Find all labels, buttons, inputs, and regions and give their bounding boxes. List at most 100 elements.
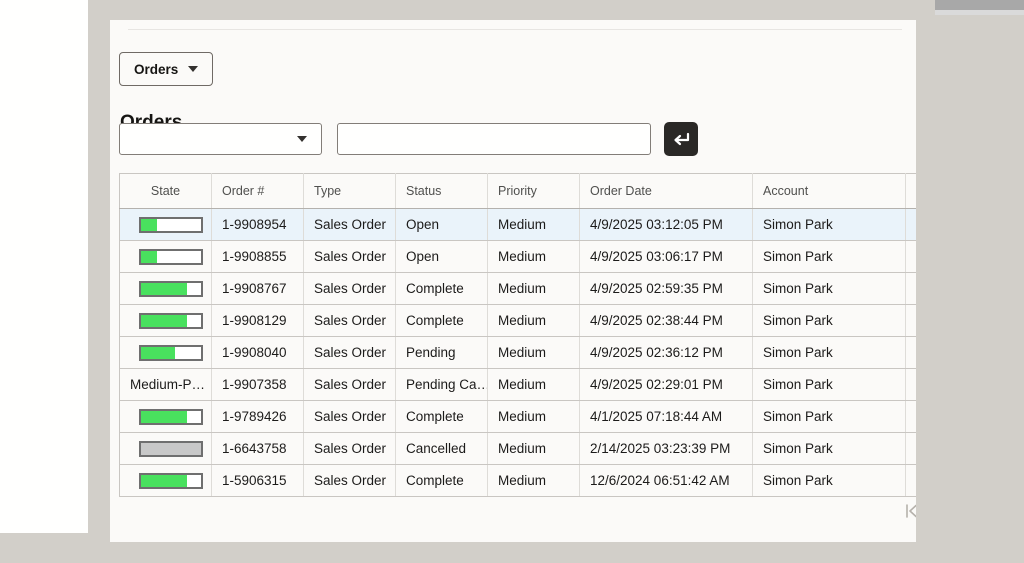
view-dropdown[interactable]: [119, 123, 322, 155]
order-date-cell: 4/9/2025 03:12:05 PM: [579, 208, 753, 241]
type-cell: Sales Order: [303, 272, 396, 305]
state-progress-bar: [138, 216, 203, 233]
order-date-cell: 4/9/2025 02:38:44 PM: [579, 304, 753, 337]
orders-menu-button-label: Orders: [134, 61, 179, 77]
orders-table-header: State Order # Type Status Priority Order Date…: [119, 173, 916, 209]
table-row[interactable]: 1-9908129 Sales Order Complete Medium 4/9/20…: [119, 304, 916, 337]
account-link[interactable]: Simon Park: [752, 208, 906, 241]
status-cell: Complete: [395, 272, 488, 305]
column-header-extra[interactable]: [905, 173, 916, 209]
state-progress-bar: [138, 408, 203, 425]
chevron-down-icon: [188, 66, 199, 72]
type-cell: Sales Order: [303, 336, 396, 369]
state-progress-fill: [140, 410, 188, 423]
column-header-state[interactable]: State: [119, 173, 212, 209]
column-header-account[interactable]: Account: [752, 173, 906, 209]
status-cell: Complete: [395, 304, 488, 337]
state-cell: [119, 400, 212, 433]
top-right-scrollbar-fragment: [935, 0, 1024, 10]
account-link[interactable]: Simon Park: [752, 240, 906, 273]
orders-content-card: Orders Orders StateOrder #TypeStatusPrio…: [110, 20, 916, 542]
first-page-icon[interactable]: [903, 503, 916, 519]
submit-search-button[interactable]: [664, 122, 698, 156]
order-date-cell: 4/9/2025 02:29:01 PM: [579, 368, 753, 401]
orders-menu-button[interactable]: Orders: [119, 52, 214, 86]
account-link[interactable]: Simon Park: [752, 304, 906, 337]
state-progress-bar: [138, 344, 203, 361]
state-cell: [119, 208, 212, 241]
order-date-cell: 2/14/2025 03:23:39 PM: [579, 432, 753, 465]
account-link[interactable]: Simon Park: [752, 272, 906, 305]
state-cell: [119, 272, 212, 305]
order-date-cell: 12/6/2024 06:51:42 AM: [579, 464, 753, 497]
order-date-cell: 4/9/2025 03:06:17 PM: [579, 240, 753, 273]
type-cell: Sales Order: [303, 208, 396, 241]
table-row[interactable]: 1-5906315 Sales Order Complete Medium 12/6/2…: [119, 464, 916, 497]
orders-table: State Order # Type Status Priority Order Date…: [119, 173, 916, 497]
search-input[interactable]: [337, 123, 651, 155]
table-row[interactable]: 1-6643758 Sales Order Cancelled Medium 2/14/…: [119, 432, 916, 465]
state-cell: [119, 240, 212, 273]
priority-cell: Medium: [487, 272, 580, 305]
state-progress-fill: [140, 314, 188, 327]
truncated-extra-cell: [905, 304, 916, 337]
type-cell: Sales Order: [303, 400, 396, 433]
column-header-priority[interactable]: Priority: [487, 173, 580, 209]
order-number-link[interactable]: 1-6643758: [211, 432, 304, 465]
order-date-cell: 4/1/2025 07:18:44 AM: [579, 400, 753, 433]
order-number-link[interactable]: 1-9908767: [211, 272, 304, 305]
state-progress-bar: [138, 280, 203, 297]
state-progress-bar: [138, 312, 203, 329]
account-link[interactable]: Simon Park: [752, 464, 906, 497]
state-cell: [119, 304, 212, 337]
account-link[interactable]: Simon Park: [752, 432, 906, 465]
status-cell: Pending Ca…: [395, 368, 488, 401]
state-progress-bar: [138, 248, 203, 265]
table-row[interactable]: Medium-Pe… 1-9907358 Sales Order Pending Ca…: [119, 368, 916, 401]
column-header-order-date[interactable]: Order Date: [579, 173, 753, 209]
order-number-link[interactable]: 1-9908954: [211, 208, 304, 241]
order-date-cell: 4/9/2025 02:36:12 PM: [579, 336, 753, 369]
table-row[interactable]: 1-9908040 Sales Order Pending Medium 4/9/202…: [119, 336, 916, 369]
priority-cell: Medium: [487, 304, 580, 337]
application-window: Orders Orders StateOrder #TypeStatusPrio…: [0, 0, 1024, 563]
type-cell: Sales Order: [303, 368, 396, 401]
dropdown-caret-icon: [297, 136, 307, 142]
order-number-link[interactable]: 1-9907358: [211, 368, 304, 401]
account-link[interactable]: Simon Park: [752, 368, 906, 401]
order-number-link[interactable]: 1-9908129: [211, 304, 304, 337]
state-cell: [119, 336, 212, 369]
column-header-status[interactable]: Status: [395, 173, 488, 209]
top-right-scrollbar-track: [935, 10, 1024, 15]
priority-cell: Medium: [487, 240, 580, 273]
table-row[interactable]: 1-9908954 Sales Order Open Medium 4/9/2025 0…: [119, 208, 916, 241]
status-cell: Complete: [395, 400, 488, 433]
type-cell: Sales Order: [303, 464, 396, 497]
account-link[interactable]: Simon Park: [752, 400, 906, 433]
priority-cell: Medium: [487, 400, 580, 433]
state-progress-fill: [140, 474, 188, 487]
truncated-extra-cell: [905, 368, 916, 401]
state-cell: [119, 432, 212, 465]
truncated-extra-cell: [905, 432, 916, 465]
account-link[interactable]: Simon Park: [752, 336, 906, 369]
order-date-cell: 4/9/2025 02:59:35 PM: [579, 272, 753, 305]
state-cell: Medium-Pe…: [119, 368, 212, 401]
priority-cell: Medium: [487, 368, 580, 401]
table-row[interactable]: 1-9908767 Sales Order Complete Medium 4/9/20…: [119, 272, 916, 305]
order-number-link[interactable]: 1-9789426: [211, 400, 304, 433]
return-arrow-icon: [674, 132, 690, 146]
order-number-link[interactable]: 1-5906315: [211, 464, 304, 497]
state-progress-fill: [140, 218, 158, 231]
column-header-type[interactable]: Type: [303, 173, 396, 209]
priority-cell: Medium: [487, 208, 580, 241]
state-progress-fill: [140, 282, 188, 295]
order-number-link[interactable]: 1-9908040: [211, 336, 304, 369]
table-row[interactable]: 1-9908855 Sales Order Open Medium 4/9/2025 0…: [119, 240, 916, 273]
column-header-order-[interactable]: Order #: [211, 173, 304, 209]
truncated-extra-cell: [905, 272, 916, 305]
table-row[interactable]: 1-9789426 Sales Order Complete Medium 4/1/20…: [119, 400, 916, 433]
status-cell: Open: [395, 240, 488, 273]
priority-cell: Medium: [487, 432, 580, 465]
order-number-link[interactable]: 1-9908855: [211, 240, 304, 273]
